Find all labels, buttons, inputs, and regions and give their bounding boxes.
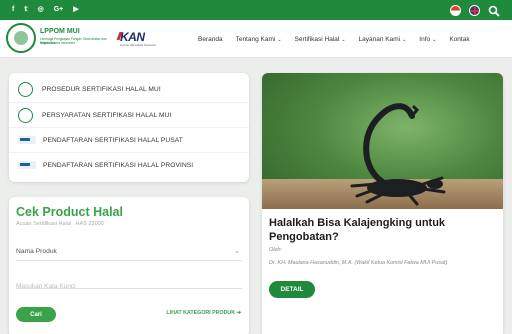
select-value: Nama Produk — [16, 248, 57, 255]
nav-item-beranda[interactable]: Beranda — [198, 36, 223, 43]
quick-link-prosedur[interactable]: PROSEDUR SERTIFIKASI HALAL MUI — [9, 77, 249, 102]
youtube-icon[interactable]: ▶ — [73, 0, 78, 20]
detail-button[interactable]: DETAIL — [269, 281, 315, 298]
top-bar: f 𝕥 ◎ G+ ▶ — [0, 0, 512, 20]
cerol-logo-icon — [18, 161, 36, 169]
keyword-input-wrapper — [16, 275, 242, 290]
nav-item-sertifikasi-halal[interactable]: Sertifikasi Halal ⌄ — [295, 36, 346, 43]
instagram-icon[interactable]: ◎ — [38, 0, 44, 20]
news-author: Dr. KH. Maulana Hasanuddin, M.A. (Wakil … — [269, 260, 448, 266]
quick-link-pendaftaran-pusat[interactable]: PENDAFTARAN SERTIFIKASI HALAL PUSAT — [9, 127, 249, 152]
google-plus-icon[interactable]: G+ — [54, 0, 64, 20]
quick-link-label: PROSEDUR SERTIFIKASI HALAL MUI — [42, 86, 161, 93]
quick-link-pendaftaran-provinsi[interactable]: PENDAFTARAN SERTIFIKASI HALAL PROVINSI — [9, 152, 249, 177]
quick-link-label: PERSYARATAN SERTIFIKASI HALAL MUI — [42, 111, 172, 119]
scorpion-image — [350, 103, 446, 206]
quick-link-label: PENDAFTARAN SERTIFIKASI HALAL PUSAT — [43, 136, 183, 144]
quick-links-card: PROSEDUR SERTIFIKASI HALAL MUI PERSYARAT… — [9, 73, 249, 182]
chevron-down-icon: ⌄ — [402, 36, 407, 43]
quick-link-persyaratan[interactable]: PERSYARATAN SERTIFIKASI HALAL MUI — [9, 102, 249, 127]
indonesia-flag-icon[interactable] — [450, 4, 461, 16]
main-navbar: LPPOM MUI Lembaga Pengkajian Pangan Obat… — [0, 20, 512, 58]
nav-menu: Beranda Tentang Kami ⌄ Sertifikasi Halal ⌄… — [198, 20, 483, 58]
uk-flag-icon[interactable] — [469, 4, 480, 16]
brand-name: LPPOM MUI — [40, 28, 80, 35]
news-image[interactable] — [262, 73, 503, 209]
social-links: f 𝕥 ◎ G+ ▶ — [12, 0, 89, 20]
cek-product-subtitle: Acuan Sertifikasi Halal : HAS 23000 — [16, 221, 104, 227]
kan-logo-text: KAN — [120, 30, 145, 44]
news-title[interactable]: Halalkah Bisa Kalajengking untuk Pengoba… — [269, 216, 497, 244]
chevron-down-icon: ⌄ — [341, 36, 346, 43]
chevron-down-icon: ⌄ — [432, 36, 437, 43]
quick-link-label: PENDAFTARAN SERTIFIKASI HALAL PROVINSI — [43, 161, 194, 169]
main-content: PROSEDUR SERTIFIKASI HALAL MUI PERSYARAT… — [0, 58, 512, 334]
cerol-logo-icon — [18, 136, 36, 144]
cek-product-card: Cek Product Halal Acuan Sertifikasi Hala… — [9, 197, 249, 334]
nav-item-layanan-kami[interactable]: Layanan Kami ⌄ — [359, 36, 407, 43]
cek-product-title: Cek Product Halal — [16, 205, 123, 219]
nav-item-kontak[interactable]: Kontak — [449, 36, 469, 43]
view-category-link[interactable]: LIHAT KATEGORI PRODUK ➔ — [166, 310, 241, 316]
magnifier-icon — [18, 107, 33, 123]
facebook-icon[interactable]: f — [12, 0, 14, 20]
lppom-logo-icon[interactable] — [6, 23, 36, 53]
keyword-input[interactable] — [16, 283, 242, 290]
twitter-icon[interactable]: 𝕥 — [24, 0, 27, 20]
kan-subtitle: Komite Akreditasi Nasional — [120, 43, 156, 47]
nav-item-tentang-kami[interactable]: Tentang Kami ⌄ — [236, 36, 282, 43]
news-card: Halalkah Bisa Kalajengking untuk Pengoba… — [262, 73, 503, 334]
nav-item-info[interactable]: Info ⌄ — [419, 36, 436, 43]
product-type-select[interactable]: Nama Produk ⌄ — [16, 247, 242, 261]
chevron-down-icon: ⌄ — [234, 248, 240, 255]
brand-subtitle-2: Majelis Ulama Indonesia — [40, 41, 75, 45]
certificate-icon — [18, 82, 33, 97]
search-icon[interactable] — [488, 4, 500, 17]
language-switcher — [450, 4, 500, 17]
news-author-label: Oleh: — [269, 247, 283, 253]
search-button[interactable]: Cari — [16, 307, 56, 322]
chevron-down-icon: ⌄ — [277, 36, 282, 43]
